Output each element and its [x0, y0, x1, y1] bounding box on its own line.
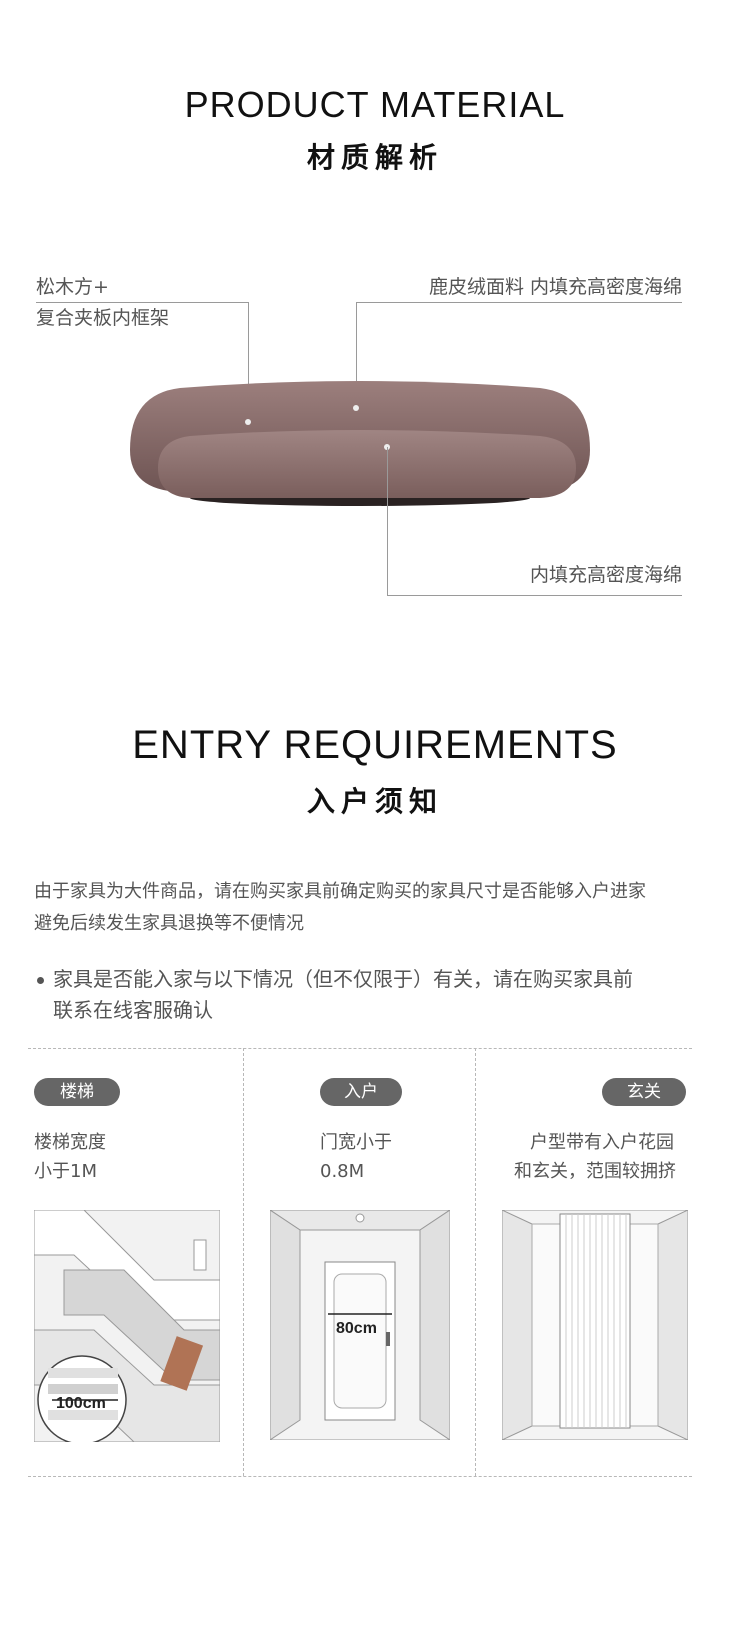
card-stairs-line2: 小于1M — [34, 1161, 97, 1182]
card-foyer-line1: 户型带有入户花园 — [530, 1132, 674, 1153]
tag-entry: 入户 — [320, 1078, 402, 1106]
callout-cushion: 内填充高密度海绵 — [529, 564, 682, 586]
card-foyer-line2: 和玄关，范围较拥挤 — [514, 1161, 676, 1182]
entry-bullet: 家具是否能入家与以下情况（但不仅限于）有关，请在购买家具前 联系在线客服确认 — [53, 964, 633, 1026]
door-measure-label: 80cm — [336, 1320, 377, 1337]
callout-fabric: 鹿皮绒面料 内填充高密度海绵 — [428, 276, 682, 298]
callout-cushion-hline — [387, 595, 682, 596]
grid-top-border — [28, 1048, 692, 1049]
callout-cushion-vline — [387, 447, 388, 595]
grid-bottom-border — [28, 1476, 692, 1477]
entry-intro: 由于家具为大件商品，请在购买家具前确定购买的家具尺寸是否能够入户进家 避免后续发… — [34, 876, 646, 940]
material-title-cn: 材质解析 — [306, 141, 443, 174]
callout-frame-line2: 复合夹板内框架 — [36, 307, 170, 329]
card-entry-line1: 门宽小于 — [320, 1132, 392, 1153]
card-entry-text: 门宽小于 0.8M — [320, 1128, 392, 1186]
grid-divider-1 — [243, 1048, 244, 1476]
bullet-dot — [37, 977, 44, 984]
entry-intro-line2: 避免后续发生家具退换等不便情况 — [34, 913, 304, 934]
card-stairs-line1: 楼梯宽度 — [34, 1132, 106, 1153]
callout-frame-hline — [36, 302, 248, 303]
stairs-measure-label: 100cm — [56, 1395, 106, 1412]
callout-fabric-hline — [356, 302, 682, 303]
card-stairs-text: 楼梯宽度 小于1M — [34, 1128, 106, 1186]
tag-stairs: 楼梯 — [34, 1078, 120, 1106]
callout-frame: 松木方+ 复合夹板内框架 — [36, 272, 169, 334]
entry-bullet-line1: 家具是否能入家与以下情况（但不仅限于）有关，请在购买家具前 — [53, 967, 633, 991]
material-title-en: PRODUCT MATERIAL — [184, 84, 566, 125]
sofa-image — [130, 381, 590, 506]
tag-foyer: 玄关 — [602, 1078, 686, 1106]
card-entry-line2: 0.8M — [320, 1161, 365, 1182]
entry-intro-line1: 由于家具为大件商品，请在购买家具前确定购买的家具尺寸是否能够入户进家 — [34, 881, 646, 902]
card-foyer-text: 户型带有入户花园 和玄关，范围较拥挤 — [514, 1128, 676, 1186]
entry-title-cn: 入户须知 — [306, 785, 443, 818]
entry-bullet-line2: 联系在线客服确认 — [53, 998, 213, 1022]
foyer-illustration — [502, 1210, 688, 1440]
callout-frame-line1: 松木方+ — [36, 276, 109, 298]
entry-title-en: ENTRY REQUIREMENTS — [132, 723, 618, 767]
grid-divider-2 — [475, 1048, 476, 1476]
